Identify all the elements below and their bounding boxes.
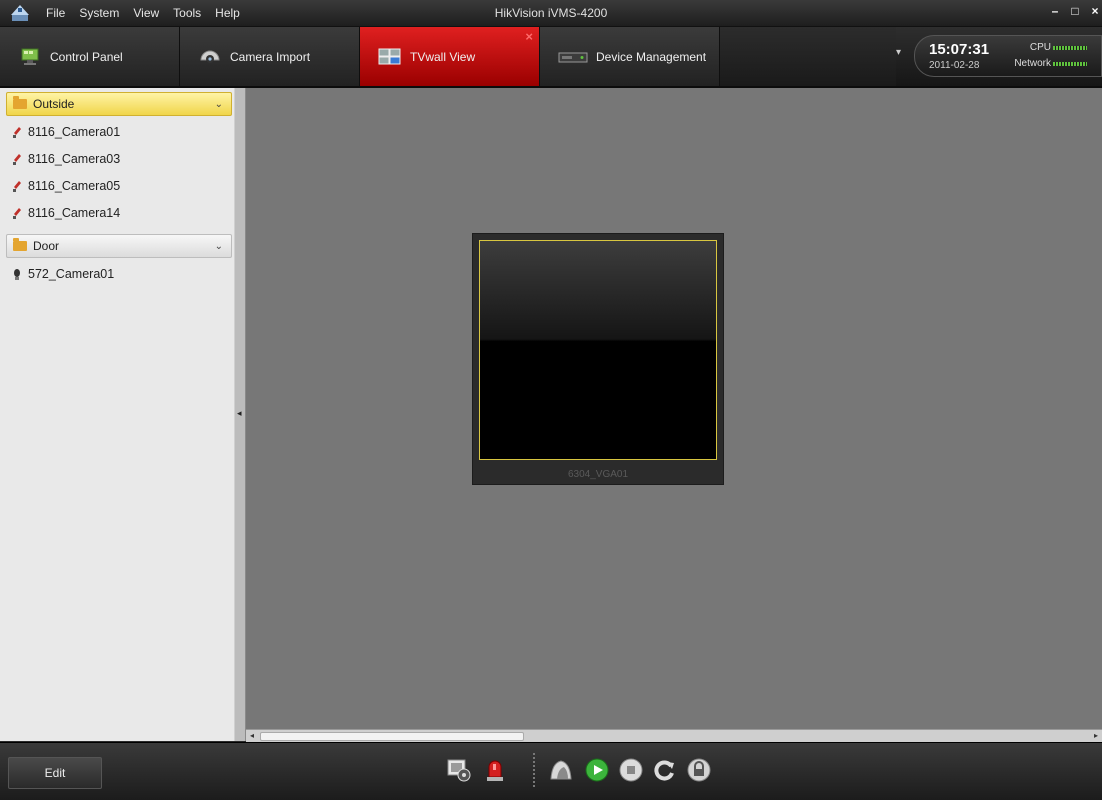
decode-settings-icon[interactable] [446,757,472,783]
menu-file[interactable]: File [40,0,73,26]
folder-icon [13,96,27,109]
camera-item[interactable]: 8116_Camera05 [12,175,120,197]
edit-button[interactable]: Edit [8,757,102,789]
scroll-thumb[interactable] [260,732,524,741]
title-bar: File System View Tools Help HikVision iV… [0,0,1102,27]
camera-icon [13,181,21,192]
group-label: Door [33,239,60,253]
network-meter [1053,62,1087,66]
group-door[interactable]: Door ⌄ [6,234,232,258]
tab-close-icon[interactable]: × [525,29,533,44]
chevron-down-icon[interactable]: ⌄ [215,241,223,252]
camera-tree: Outside ⌄ 8116_Camera01 8116_Camera03 81… [0,88,235,741]
menu-system[interactable]: System [73,0,127,26]
lock-icon[interactable] [686,757,712,783]
monitor-screen[interactable] [479,240,717,460]
device-management-icon [558,52,588,62]
panel-splitter[interactable]: ◂ [234,88,246,741]
camera-item[interactable]: 8116_Camera01 [12,121,120,143]
tvwall-monitor[interactable]: 6304_VGA01 [472,233,724,485]
group-outside[interactable]: Outside ⌄ [6,92,232,116]
camera-icon [13,127,21,138]
camera-label: 572_Camera01 [28,267,115,281]
camera-label: 8116_Camera01 [28,125,121,139]
cpu-label: CPU [1029,42,1051,53]
camera-icon [13,208,21,219]
tab-empty-slot [720,27,896,86]
camera-icon [14,269,20,280]
scroll-left-icon[interactable]: ◂ [246,730,258,742]
tab-camera-import[interactable]: Camera Import [180,27,360,86]
clock-time: 15:07:31 [929,41,990,58]
network-label: Network [1014,58,1051,69]
app-logo-icon [11,5,29,21]
tab-control-panel[interactable]: Control Panel [0,27,180,86]
camera-icon [13,154,21,165]
tab-label: TVwall View [410,49,476,64]
tab-dropdown-icon[interactable]: ▾ [896,47,908,65]
folder-icon [13,238,27,251]
bottom-toolbar: Edit [0,742,1102,800]
tab-bar: Control Panel Camera Import TVwall View … [0,27,1102,88]
tab-label: Control Panel [50,49,123,64]
toolbar-separator [533,753,535,789]
camera-item[interactable]: 8116_Camera14 [12,202,120,224]
camera-label: 8116_Camera03 [28,152,121,166]
refresh-icon[interactable] [652,757,678,783]
tab-label: Camera Import [230,49,311,64]
scroll-right-icon[interactable]: ▸ [1090,730,1102,742]
camera-import-icon [200,50,220,63]
tab-device-management[interactable]: Device Management [540,27,720,86]
tvwall-canvas[interactable]: 6304_VGA01 [246,88,1102,729]
camera-item[interactable]: 572_Camera01 [12,263,114,285]
tvwall-icon [378,48,401,64]
alarm-icon[interactable] [482,757,508,783]
minimize-button[interactable]: – [1048,4,1062,18]
menu-tools[interactable]: Tools [167,0,209,26]
play-icon[interactable] [584,757,610,783]
group-label: Outside [33,97,75,111]
tab-label: Device Management [596,49,707,64]
horizontal-scrollbar[interactable]: ◂ ▸ [246,729,1102,742]
clock-date: 2011-02-28 [929,60,980,71]
camera-label: 8116_Camera14 [28,206,121,220]
camera-label: 8116_Camera05 [28,179,121,193]
chevron-down-icon[interactable]: ⌄ [215,99,223,110]
status-panel: 15:07:31 2011-02-28 CPU Network [914,35,1102,77]
tab-tvwall-view[interactable]: TVwall View × [360,27,540,86]
menu-help[interactable]: Help [209,0,248,26]
monitor-label: 6304_VGA01 [567,469,629,480]
menu-view[interactable]: View [127,0,167,26]
stop-icon[interactable] [618,757,644,783]
cpu-meter [1053,46,1087,50]
menu-bar: File System View Tools Help [40,0,248,26]
control-panel-icon [21,48,39,65]
window-controls: – □ × [1048,4,1102,18]
scene-icon[interactable] [548,757,574,783]
close-window-button[interactable]: × [1088,4,1102,18]
camera-item[interactable]: 8116_Camera03 [12,148,120,170]
collapse-arrow-icon[interactable]: ◂ [237,408,242,419]
maximize-button[interactable]: □ [1068,4,1082,18]
